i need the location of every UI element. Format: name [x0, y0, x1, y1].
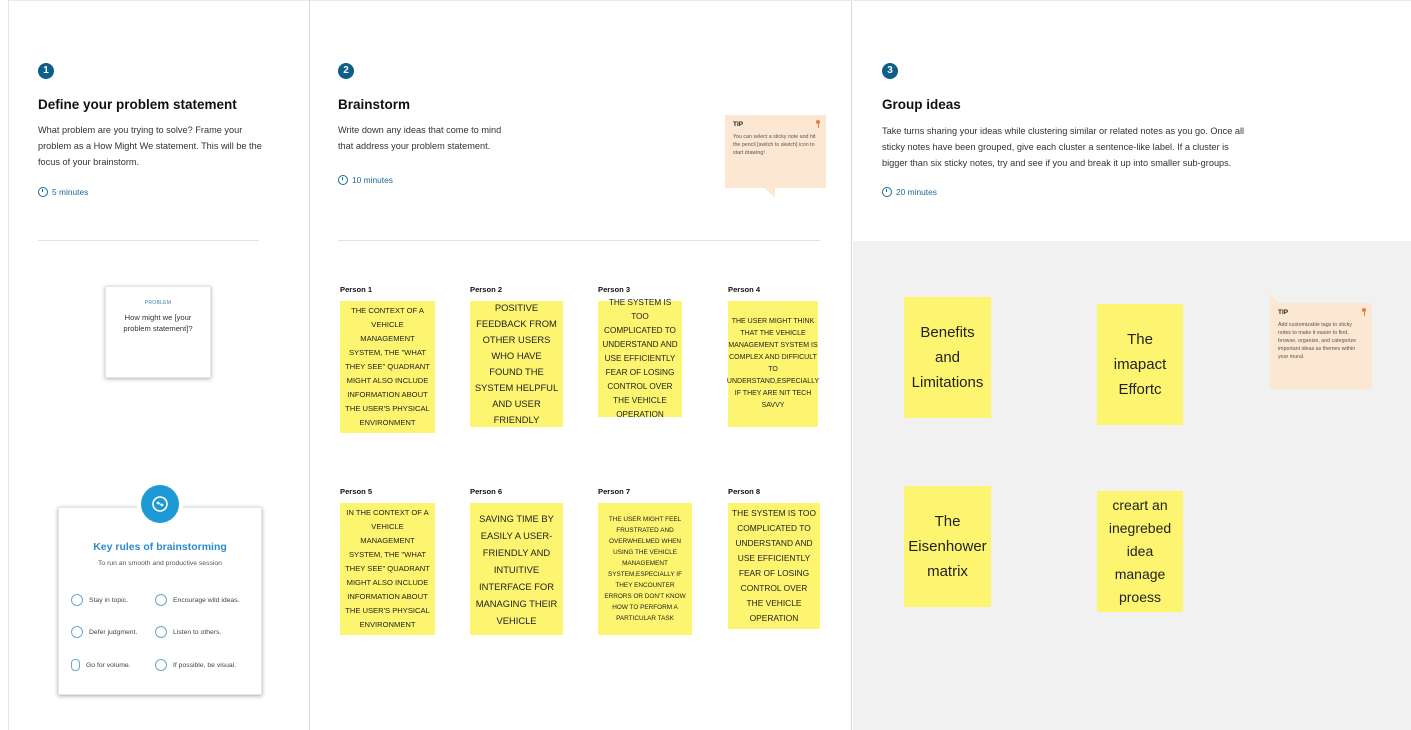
sticky-note[interactable]: THE USER MIGHT THINK THAT THE VEHICLE MA…: [727, 301, 819, 427]
problem-text: How might we [your problem statement]?: [123, 313, 193, 333]
step-timer: 10 minutes: [338, 175, 393, 185]
timer-icon: [338, 175, 348, 185]
person-label: Person 1: [340, 285, 373, 294]
frame-group-ideas: 3 Group ideas Take turns sharing your id…: [853, 0, 1411, 730]
sticky-note[interactable]: THE SYSTEM IS TOO COMPLICATED TO UNDERST…: [728, 503, 820, 629]
problem-label: PROBLEM: [144, 300, 172, 306]
problem-card[interactable]: PROBLEM How might we [your problem state…: [105, 286, 211, 378]
tip-card: TIP You can select a sticky note and hit…: [725, 115, 826, 198]
rule-item: Encourage wild ideas.: [155, 594, 240, 606]
pin-icon: [1362, 308, 1366, 316]
person-label: Person 7: [598, 487, 631, 496]
rules-title: Key rules of brainstorming: [93, 541, 227, 553]
sticky-note[interactable]: THE USER MIGHT FEEL FRUSTRATED AND OVERW…: [598, 503, 692, 635]
frame-brainstorm: 2 Brainstorm Write down any ideas that c…: [310, 0, 852, 730]
rule-item: Listen to others.: [155, 626, 221, 638]
step-title: Define your problem statement: [38, 97, 237, 112]
step-title: Brainstorm: [338, 97, 411, 112]
rule-label: Listen to others.: [173, 628, 222, 636]
eye-icon: [155, 659, 167, 671]
timer-icon: [38, 187, 48, 197]
rules-card: Key rules of brainstorming To run an smo…: [58, 507, 262, 695]
rule-label: Defer judgment.: [89, 628, 138, 636]
rule-item: Stay in topic.: [71, 594, 128, 606]
person-label: Person 3: [598, 285, 631, 294]
brain-icon: [141, 485, 179, 523]
step-number: 3: [882, 63, 898, 79]
person-label: Person 2: [470, 285, 503, 294]
step-timer: 5 minutes: [38, 187, 88, 197]
rules-subtitle: To run an smooth and productive session: [98, 560, 222, 567]
step-number: 2: [338, 63, 354, 79]
rule-label: Go for volume.: [86, 661, 131, 669]
group-sticky-note[interactable]: Benefits and Limitations: [904, 297, 991, 418]
rule-item: If possible, be visual.: [155, 659, 236, 671]
tip-label: TIP: [733, 121, 744, 128]
lightbulb-icon: [155, 594, 167, 606]
sticky-note[interactable]: SAVING TIME BY EASILY A USER-FRIENDLY AN…: [470, 503, 563, 635]
step-description: What problem are you trying to solve? Fr…: [38, 125, 262, 167]
tip-label: TIP: [1278, 309, 1289, 316]
tip-card: TIP Add customizable tags to sticky note…: [1270, 294, 1372, 389]
rule-label: Encourage wild ideas.: [173, 596, 240, 604]
group-sticky-note[interactable]: creart an inegrebed idea manage proess: [1097, 491, 1183, 612]
group-sticky-note[interactable]: The imapact Effortc: [1097, 304, 1183, 425]
frame-define-problem: 1 Define your problem statement What pro…: [8, 0, 310, 730]
step-description: Write down any ideas that come to mind t…: [338, 125, 502, 151]
rule-item: Go for volume.: [71, 659, 131, 671]
group-sticky-note[interactable]: The Eisenhower matrix: [904, 486, 991, 607]
step-timer: 20 minutes: [882, 187, 937, 197]
person-label: Person 5: [340, 487, 373, 496]
stack-icon: [71, 659, 80, 671]
tip-text: Add customizable tags to sticky notes to…: [1278, 322, 1357, 360]
timer-label: 5 minutes: [52, 187, 89, 197]
target-icon: [71, 594, 83, 606]
person-label: Person 6: [470, 487, 503, 496]
sticky-note[interactable]: THE SYSTEM IS TOO COMPLICATED TO UNDERST…: [598, 298, 682, 419]
sticky-note[interactable]: THE CONTEXT OF A VEHICLE MANAGEMENT SYST…: [340, 301, 435, 433]
tip-text: You can select a sticky note and hit the…: [733, 134, 816, 156]
sticky-note[interactable]: POSITIVE FEEDBACK FROM OTHER USERS WHO H…: [470, 301, 563, 427]
step-title: Group ideas: [882, 97, 961, 112]
divider: [338, 240, 820, 241]
person-label: Person 8: [728, 487, 761, 496]
chat-icon: [71, 626, 83, 638]
step-description: Take turns sharing your ideas while clus…: [882, 126, 1245, 168]
timer-icon: [882, 187, 892, 197]
divider: [38, 240, 259, 241]
rule-label: If possible, be visual.: [173, 661, 237, 669]
ear-icon: [155, 626, 167, 638]
sticky-note[interactable]: IN THE CONTEXT OF A VEHICLE MANAGEMENT S…: [340, 503, 435, 635]
rule-item: Defer judgment.: [71, 626, 137, 638]
person-label: Person 4: [728, 285, 761, 294]
rule-label: Stay in topic.: [89, 596, 128, 604]
timer-label: 20 minutes: [896, 187, 937, 197]
step-number: 1: [38, 63, 54, 79]
timer-label: 10 minutes: [352, 175, 393, 185]
pin-icon: [816, 120, 820, 128]
